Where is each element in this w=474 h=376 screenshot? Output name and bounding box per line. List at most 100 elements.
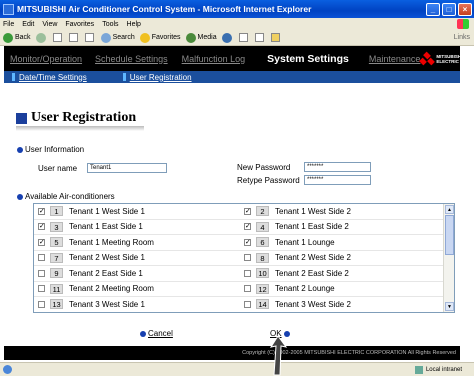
ac-name: Tenant 3 West Side 2	[275, 299, 351, 309]
ac-item: ✓ 3 Tenant 1 East Side 1	[34, 221, 240, 232]
ac-name: Tenant 3 West Side 1	[69, 299, 145, 309]
scroll-down-arrow-icon[interactable]: ▼	[445, 302, 454, 311]
subnav-date-time-settings[interactable]: Date/Time Settings	[12, 73, 87, 82]
search-label: Search	[112, 34, 135, 41]
ac-checkbox[interactable]	[244, 285, 251, 293]
ac-checkbox[interactable]	[38, 285, 45, 293]
ac-number: 12	[256, 283, 269, 294]
media-button[interactable]: Media	[185, 32, 217, 43]
ac-item: ✓ 1 Tenant 1 West Side 1	[34, 206, 240, 217]
ac-name: Tenant 1 Meeting Room	[69, 237, 154, 247]
home-button[interactable]	[84, 33, 96, 42]
ac-number: 5	[50, 237, 63, 248]
ac-name: Tenant 2 Lounge	[275, 284, 335, 294]
ac-number: 9	[50, 268, 63, 279]
ac-number: 14	[256, 299, 269, 310]
back-label: Back	[15, 34, 31, 41]
ac-item: ✓ 4 Tenant 1 East Side 2	[240, 221, 446, 232]
favorites-button[interactable]: Favorites	[139, 32, 181, 43]
menu-view[interactable]: View	[42, 21, 57, 28]
subnav-user-registration[interactable]: User Registration	[122, 73, 192, 82]
window-titlebar: MITSUBISHI Air Conditioner Control Syste…	[0, 0, 474, 18]
ac-checkbox[interactable]: ✓	[38, 207, 45, 215]
menu-bar: File Edit View Favorites Tools Help	[0, 18, 474, 30]
brand-line2: ELECTRIC	[436, 58, 459, 64]
mitsubishi-logo: MITSUBISHI ELECTRIC	[419, 51, 462, 65]
nav-schedule-settings[interactable]: Schedule Settings	[95, 54, 168, 64]
ac-name: Tenant 2 Meeting Room	[69, 284, 154, 294]
links-label[interactable]: Links	[454, 34, 470, 41]
mail-icon	[238, 33, 248, 42]
nav-maintenance[interactable]: Maintenance	[369, 54, 421, 64]
new-password-input[interactable]: *******	[304, 162, 371, 172]
refresh-button[interactable]	[68, 33, 80, 42]
menu-favorites[interactable]: Favorites	[65, 21, 94, 28]
forward-button[interactable]	[35, 32, 48, 43]
ac-checkbox[interactable]	[38, 254, 45, 262]
ac-checkbox[interactable]: ✓	[38, 223, 45, 231]
ac-checkbox[interactable]: ✓	[244, 238, 251, 246]
ac-list-row: 11 Tenant 2 Meeting Room 12 Tenant 2 Lounge	[34, 282, 454, 297]
air-conditioner-list[interactable]: ✓ 1 Tenant 1 West Side 1 ✓ 2 Tenant 1 West Si…	[33, 203, 455, 313]
search-button[interactable]: Search	[100, 32, 135, 43]
page-icon	[3, 365, 12, 374]
home-icon	[84, 33, 94, 42]
ac-name: Tenant 1 East Side 2	[275, 222, 349, 232]
ac-number: 3	[50, 221, 63, 232]
history-icon	[221, 32, 232, 43]
ac-checkbox[interactable]	[38, 300, 45, 308]
nav-system-settings[interactable]: System Settings	[267, 53, 349, 65]
ac-checkbox[interactable]	[244, 269, 251, 277]
menu-tools[interactable]: Tools	[102, 21, 118, 28]
ac-name: Tenant 2 East Side 2	[275, 268, 349, 278]
menu-help[interactable]: Help	[127, 21, 141, 28]
page-title: User Registration	[16, 110, 136, 126]
ac-name: Tenant 1 Lounge	[275, 237, 335, 247]
retype-password-label: Retype Password	[237, 176, 300, 185]
nav-malfunction-log[interactable]: Malfunction Log	[182, 54, 246, 64]
ac-item: ✓ 6 Tenant 1 Lounge	[240, 237, 446, 248]
ac-item: 7 Tenant 2 West Side 1	[34, 252, 240, 263]
menu-file[interactable]: File	[3, 21, 14, 28]
user-name-input[interactable]: Tenant1	[87, 163, 167, 173]
ac-number: 1	[50, 206, 63, 217]
windows-logo-icon	[457, 19, 469, 29]
ac-number: 8	[256, 252, 269, 263]
close-button[interactable]: ×	[458, 2, 472, 16]
stop-button[interactable]	[52, 33, 64, 42]
history-button[interactable]	[221, 32, 234, 43]
ac-checkbox[interactable]: ✓	[244, 207, 251, 215]
ac-name: Tenant 2 West Side 1	[69, 253, 145, 263]
copyright-footer: Copyright (C) 2002-2005 MITSUBISHI ELECT…	[4, 346, 460, 360]
star-icon	[139, 32, 150, 43]
print-icon	[254, 33, 264, 42]
refresh-icon	[68, 33, 78, 42]
ac-list-row: 7 Tenant 2 West Side 1 8 Tenant 2 West Side…	[34, 251, 454, 266]
scroll-up-arrow-icon[interactable]: ▲	[445, 205, 454, 214]
mail-button[interactable]	[238, 33, 250, 42]
ac-checkbox[interactable]	[244, 254, 251, 262]
media-label: Media	[197, 34, 217, 41]
sub-nav: Date/Time Settings User Registration	[4, 71, 460, 83]
ac-checkbox[interactable]	[244, 300, 251, 308]
ac-checkbox[interactable]: ✓	[38, 238, 45, 246]
ac-checkbox[interactable]	[38, 269, 45, 277]
folder-button[interactable]	[270, 33, 282, 42]
list-scrollbar[interactable]: ▲ ▼	[443, 204, 454, 312]
scroll-thumb[interactable]	[445, 215, 454, 255]
ac-checkbox[interactable]: ✓	[244, 223, 251, 231]
maximize-button[interactable]: □	[442, 2, 456, 16]
ac-item: 9 Tenant 2 East Side 1	[34, 268, 240, 279]
ac-name: Tenant 1 West Side 2	[275, 206, 351, 216]
retype-password-input[interactable]: *******	[304, 175, 371, 185]
forward-arrow-icon	[35, 32, 46, 43]
ac-item: 14 Tenant 3 West Side 2	[240, 299, 446, 310]
media-icon	[185, 32, 196, 43]
ac-number: 13	[50, 299, 63, 310]
minimize-button[interactable]: _	[426, 2, 440, 16]
nav-monitor-operation[interactable]: Monitor/Operation	[10, 54, 82, 64]
back-button[interactable]: Back	[3, 32, 31, 43]
menu-edit[interactable]: Edit	[22, 21, 34, 28]
cancel-button[interactable]: Cancel	[140, 329, 175, 338]
print-button[interactable]	[254, 33, 266, 42]
